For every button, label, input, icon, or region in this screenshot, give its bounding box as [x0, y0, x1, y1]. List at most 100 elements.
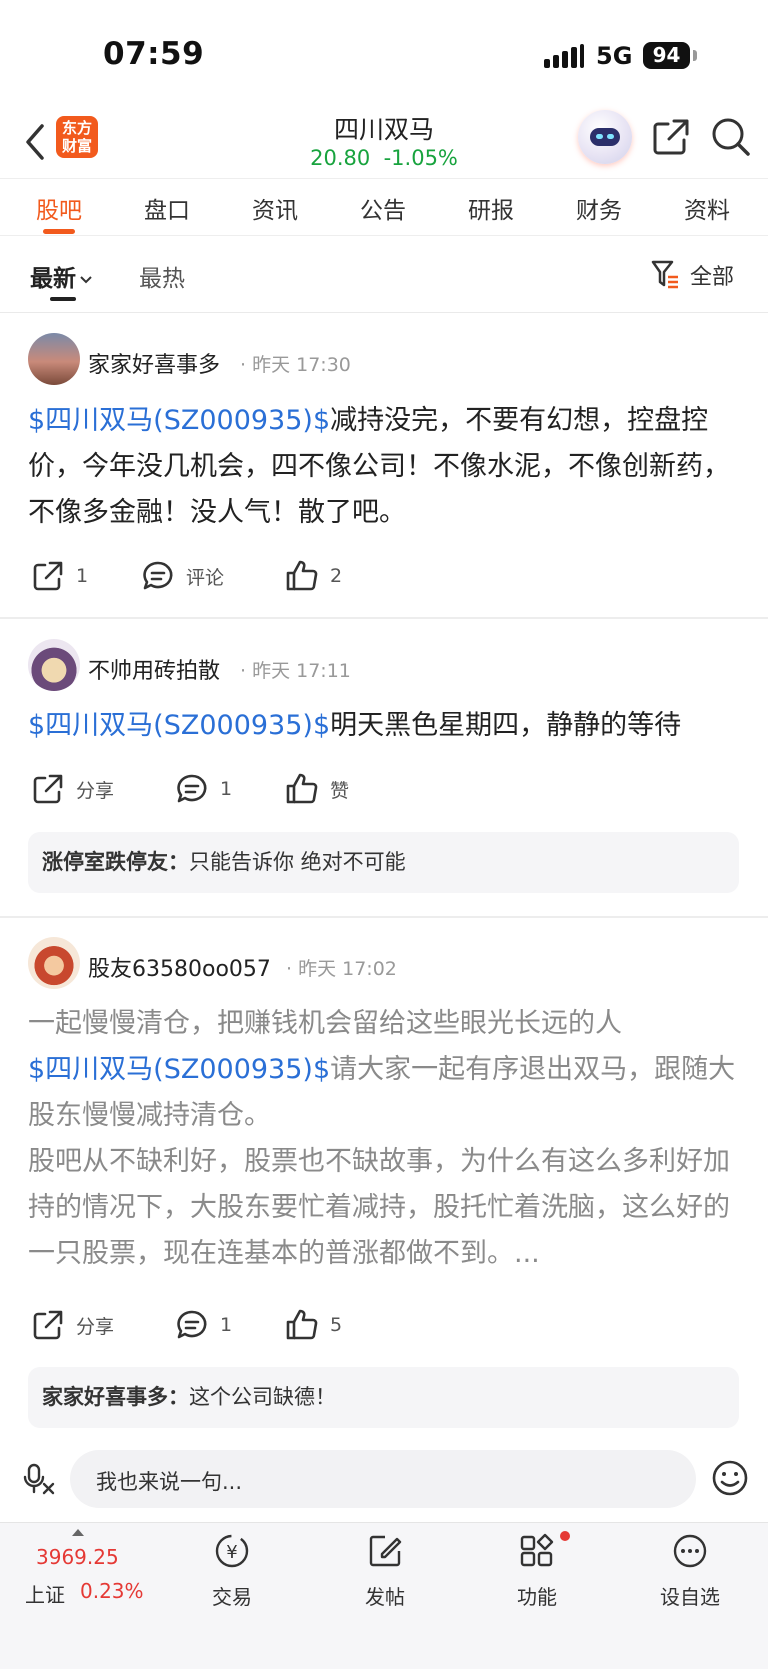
comment-button[interactable]: 1 — [174, 769, 232, 809]
stock-tag[interactable]: $四川双马(SZ000935)$ — [28, 710, 330, 741]
post-time: · 昨天 17:02 — [286, 958, 397, 980]
edit-icon — [369, 1535, 402, 1567]
stock-header: 东方 财富 四川双马 20.80 -1.05% — [0, 110, 768, 178]
share-button[interactable]: 分享 — [30, 1305, 114, 1345]
avatar[interactable] — [28, 639, 80, 691]
post-text-more[interactable]: 股吧从不缺利好，股票也不缺故事，为什么有这么多利好加持的情况下，大股东要忙着减持… — [28, 1139, 743, 1277]
post-actions: 1 评论 2 — [0, 556, 768, 596]
tab-finance[interactable]: 财务 — [554, 191, 644, 225]
sort-latest-label: 最新 — [30, 266, 76, 292]
post-time: · 昨天 17:11 — [240, 660, 351, 682]
post-time: · 昨天 17:30 — [240, 354, 351, 376]
like-button[interactable]: 赞 — [284, 769, 349, 809]
avatar[interactable] — [28, 333, 80, 385]
share-button[interactable]: 分享 — [30, 769, 114, 809]
stock-price: 20.80 — [310, 146, 371, 170]
share-label: 分享 — [76, 779, 115, 802]
nav-watchlist-label: 设自选 — [660, 1585, 720, 1609]
reply-preview[interactable]: 涨停室跌停友：只能告诉你 绝对不可能 — [28, 832, 739, 893]
comment-count: 1 — [220, 778, 233, 800]
comment-input[interactable]: 我也来说一句... — [70, 1450, 696, 1508]
thumbs-up-icon — [286, 560, 318, 591]
nav-functions[interactable]: 功能 — [487, 1531, 587, 1610]
notification-dot — [560, 1531, 570, 1541]
comment-button[interactable]: 1 — [174, 1305, 232, 1345]
post-author[interactable]: 家家好喜事多 — [88, 347, 220, 379]
share-icon — [33, 774, 63, 804]
like-button[interactable]: 2 — [284, 556, 342, 596]
svg-text:¥: ¥ — [226, 1542, 237, 1563]
divider — [0, 916, 768, 918]
thumbs-up-icon — [286, 773, 318, 804]
emoji-icon[interactable] — [710, 1458, 750, 1498]
post-content[interactable]: $四川双马(SZ000935)$明天黑色星期四，静静的等待 — [28, 703, 743, 749]
reply-text: 这个公司缺德！ — [189, 1385, 336, 1409]
post-author[interactable]: 股友63580oo057 — [88, 951, 271, 983]
share-label: 分享 — [76, 1315, 115, 1338]
nav-post[interactable]: 发帖 — [335, 1531, 435, 1610]
like-button[interactable]: 5 — [284, 1305, 342, 1345]
sort-latest[interactable]: 最新 — [30, 259, 93, 293]
stock-change: -1.05% — [383, 146, 458, 170]
tab-announcements[interactable]: 公告 — [338, 191, 428, 225]
tab-research[interactable]: 研报 — [446, 191, 536, 225]
like-count: 2 — [330, 565, 343, 587]
reply-preview[interactable]: 家家好喜事多：这个公司缺德！ — [28, 1367, 739, 1428]
reply-text: 只能告诉你 绝对不可能 — [189, 850, 406, 874]
filter-icon[interactable] — [650, 257, 680, 291]
tab-news[interactable]: 资讯 — [230, 191, 320, 225]
nav-trade[interactable]: ¥ 交易 — [182, 1531, 282, 1610]
reply-author: 涨停室跌停友： — [42, 850, 189, 874]
index-change: 0.23% — [80, 1579, 144, 1603]
post-actions: 分享 1 5 — [0, 1305, 768, 1345]
comment-count: 评论 — [186, 566, 225, 589]
stock-tag[interactable]: $四川双马(SZ000935)$ — [28, 405, 330, 436]
index-name: 上证 — [25, 1583, 65, 1607]
nav-functions-label: 功能 — [517, 1585, 557, 1609]
comment-bar: 我也来说一句... — [0, 1440, 768, 1522]
sort-bar: 最新 最热 全部 — [0, 237, 768, 313]
comment-button[interactable]: 评论 — [140, 556, 224, 596]
avatar[interactable] — [28, 937, 80, 989]
tab-bar: 股吧 盘口 资讯 公告 研报 财务 资料 — [0, 178, 768, 236]
comment-icon — [177, 1310, 207, 1339]
sort-hot[interactable]: 最热 — [139, 259, 185, 293]
nav-watchlist[interactable]: 设自选 — [640, 1531, 740, 1610]
triangle-up-icon — [72, 1529, 84, 1536]
post-title[interactable]: 一起慢慢清仓，把赚钱机会留给这些眼光长远的人 — [28, 1001, 743, 1047]
filter-all[interactable]: 全部 — [690, 259, 734, 291]
reply-author: 家家好喜事多： — [42, 1385, 189, 1409]
divider — [0, 617, 768, 619]
sort-active-indicator — [50, 297, 76, 301]
trade-icon: ¥ — [215, 1534, 249, 1568]
share-count: 1 — [76, 565, 89, 587]
search-icon[interactable] — [710, 116, 752, 158]
tab-guba[interactable]: 股吧 — [14, 191, 104, 225]
ai-assistant-icon[interactable] — [578, 110, 632, 164]
tab-pankou[interactable]: 盘口 — [122, 191, 212, 225]
comment-icon — [177, 774, 207, 803]
comment-count: 1 — [220, 1314, 233, 1336]
grid-icon — [520, 1533, 554, 1567]
share-icon — [33, 1310, 63, 1340]
battery-tip — [693, 50, 697, 61]
share-icon[interactable] — [650, 116, 692, 158]
post-content[interactable]: $四川双马(SZ000935)$减持没完，不要有幻想，控盘控价，今年没几机会，四… — [28, 398, 743, 536]
stock-tag[interactable]: $四川双马(SZ000935)$ — [28, 1054, 330, 1085]
tab-profile[interactable]: 资料 — [662, 191, 752, 225]
battery-icon: 94 — [643, 42, 690, 69]
share-icon — [33, 561, 63, 591]
network-label: 5G — [596, 42, 633, 70]
post-text: 明天黑色星期四，静静的等待 — [330, 710, 682, 741]
status-bar: 07:59 5G 94 — [0, 0, 768, 110]
post-actions: 分享 1 赞 — [0, 769, 768, 809]
comment-icon — [143, 561, 173, 590]
index-value: 3969.25 — [36, 1545, 119, 1569]
post-content[interactable]: $四川双马(SZ000935)$请大家一起有序退出双马，跟随大股东慢慢减持清仓。 — [28, 1047, 743, 1139]
nav-post-label: 发帖 — [365, 1585, 405, 1609]
share-button[interactable]: 1 — [30, 556, 88, 596]
post-author[interactable]: 不帅用砖拍散 — [88, 653, 220, 685]
voice-icon[interactable] — [22, 1462, 56, 1496]
tab-active-indicator — [43, 229, 75, 234]
more-icon — [673, 1534, 707, 1568]
